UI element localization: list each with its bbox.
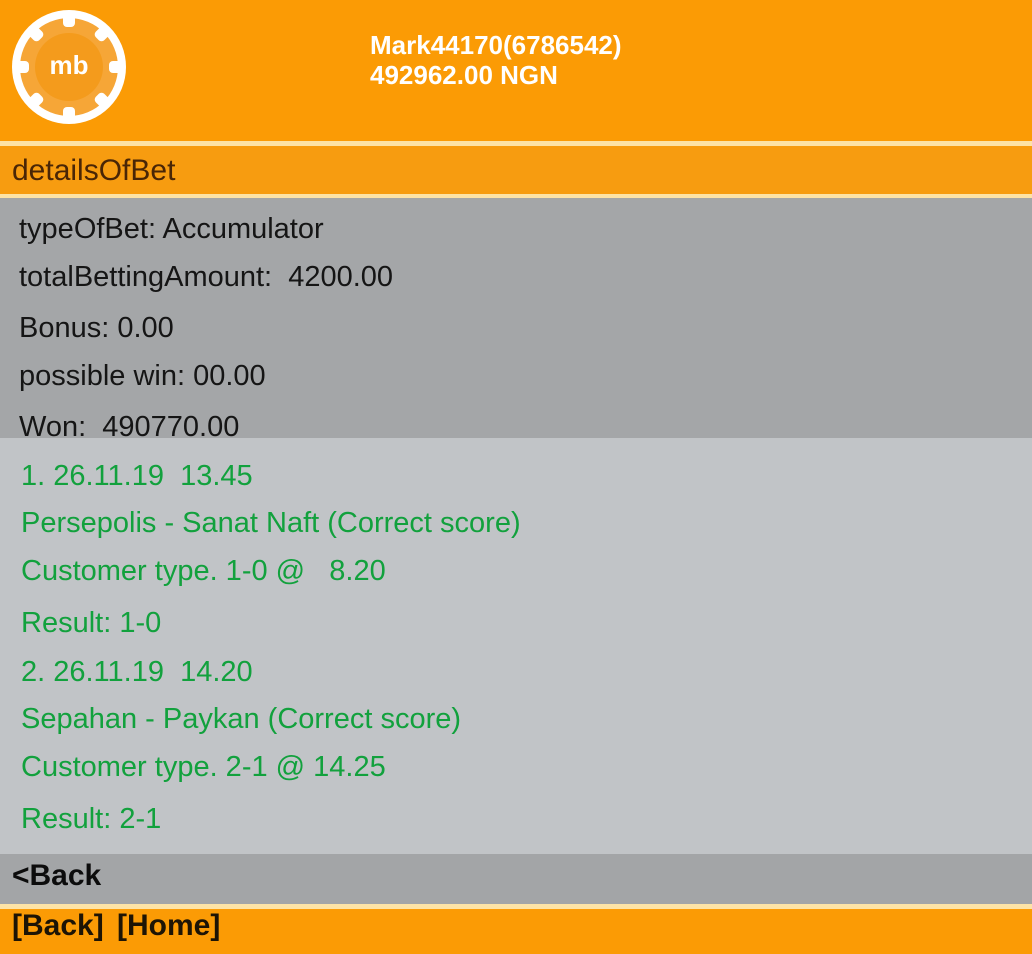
selection-match: Persepolis - Sanat Naft (Correct score) (21, 507, 521, 539)
footer-home-link[interactable]: [Home] (117, 909, 220, 943)
selection-result: Result: 1-0 (21, 607, 162, 639)
total-betting-amount: totalBettingAmount: 4200.00 (19, 261, 394, 293)
user-id: Mark44170(6786542) (370, 30, 622, 60)
account-balance: 492962.00 NGN (370, 60, 558, 90)
bet-summary: typeOfBet: Accumulator totalBettingAmoun… (0, 198, 1032, 443)
back-bar: <Back (0, 854, 1032, 904)
header-bar: mb Mark44170(6786542) 492962.00 NGN (0, 0, 1032, 141)
possible-win: possible win: 00.00 (19, 360, 266, 392)
footer-bar: [Back] [Home] (0, 909, 1032, 954)
type-of-bet: typeOfBet: Accumulator (19, 213, 324, 245)
selection-result: Result: 2-1 (21, 803, 162, 835)
mb-logo-icon[interactable]: mb (10, 8, 128, 126)
user-info: Mark44170(6786542) 492962.00 NGN (370, 30, 622, 90)
selection-pick: Customer type. 1-0 @ 8.20 (21, 555, 386, 587)
page-title: detailsOfBet (12, 154, 176, 187)
section-header: detailsOfBet (0, 146, 1032, 194)
footer-back-link[interactable]: [Back] (12, 909, 104, 943)
selection-pick: Customer type. 2-1 @ 14.25 (21, 751, 386, 783)
selection-datetime: 1. 26.11.19 13.45 (21, 460, 253, 492)
bonus: Bonus: 0.00 (19, 312, 174, 344)
svg-text:mb: mb (50, 50, 89, 80)
bet-selections: 1. 26.11.19 13.45 Persepolis - Sanat Naf… (0, 438, 1032, 854)
selection-datetime: 2. 26.11.19 14.20 (21, 656, 253, 688)
selection-match: Sepahan - Paykan (Correct score) (21, 703, 462, 735)
back-link[interactable]: <Back (12, 859, 101, 893)
